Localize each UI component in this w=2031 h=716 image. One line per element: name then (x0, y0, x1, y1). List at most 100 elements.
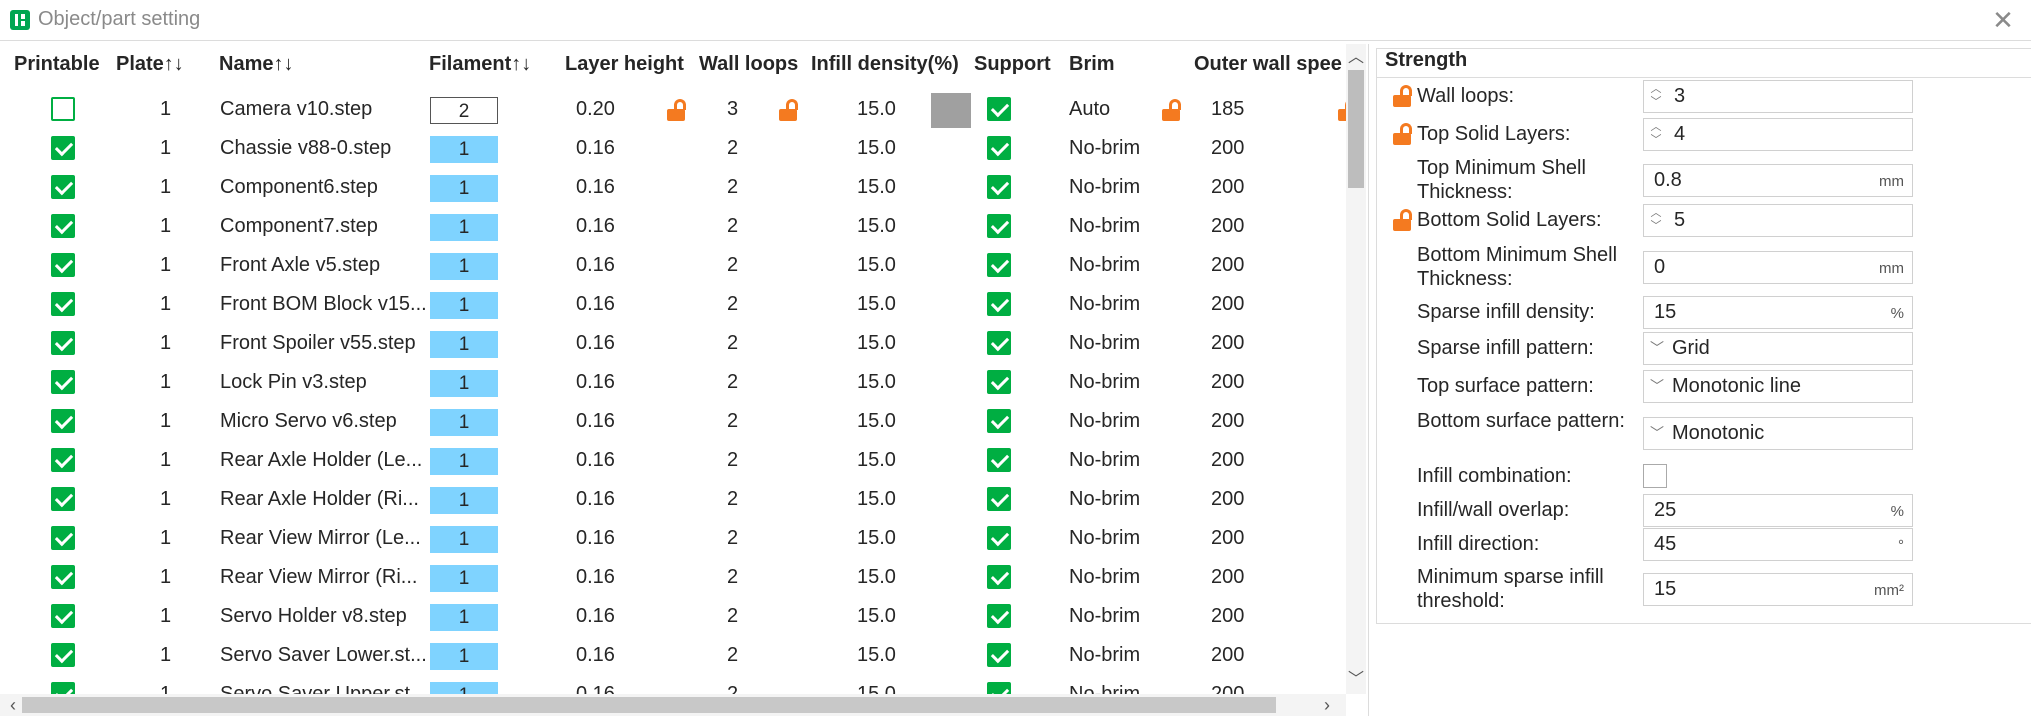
outer-wall-speed-cell[interactable]: 200 (1211, 597, 1244, 636)
setting-value[interactable]: 4 (1674, 119, 1685, 150)
setting-field[interactable]: 15 mm² (1643, 573, 1913, 606)
layer-height-cell[interactable]: 0.16 (576, 558, 615, 597)
layer-height-cell[interactable]: 0.16 (576, 363, 615, 402)
setting-field[interactable]: 25% (1643, 494, 1913, 527)
infill-density-cell[interactable]: 15.0 (857, 402, 896, 441)
wall-loops-cell[interactable]: 2 (727, 324, 738, 363)
brim-cell[interactable]: No-brim (1069, 168, 1140, 207)
header-printable[interactable]: Printable (14, 53, 100, 76)
name-cell[interactable]: Servo Saver Upper.st... (220, 675, 427, 694)
layer-height-cell[interactable]: 0.16 (576, 129, 615, 168)
header-brim[interactable]: Brim (1069, 53, 1115, 76)
setting-field[interactable]: 0.8 mm (1643, 164, 1913, 197)
unlocked-lock-icon[interactable] (1393, 123, 1412, 145)
brim-cell[interactable]: No-brim (1069, 324, 1140, 363)
wall-loops-cell[interactable]: 2 (727, 363, 738, 402)
filament-selector[interactable]: 1 (430, 565, 498, 592)
layer-height-cell[interactable]: 0.16 (576, 636, 615, 675)
wall-loops-cell[interactable]: 2 (727, 285, 738, 324)
wall-loops-cell[interactable]: 2 (727, 441, 738, 480)
wall-loops-cell[interactable]: 2 (727, 519, 738, 558)
support-checkbox[interactable] (987, 643, 1011, 667)
outer-wall-speed-cell[interactable]: 200 (1211, 129, 1244, 168)
filament-selector[interactable]: 1 (430, 253, 498, 280)
name-cell[interactable]: Front Spoiler v55.step (220, 324, 416, 363)
setting-value[interactable]: 45 (1654, 529, 1676, 560)
setting-field[interactable]: ︿ ﹀ 4 (1643, 118, 1913, 151)
wall-loops-cell[interactable]: 2 (727, 675, 738, 694)
infill-combination-checkbox[interactable] (1643, 464, 1667, 488)
outer-wall-speed-cell[interactable]: 200 (1211, 402, 1244, 441)
filament-selector[interactable]: 1 (430, 604, 498, 631)
outer-wall-speed-cell[interactable]: 200 (1211, 168, 1244, 207)
support-checkbox[interactable] (987, 526, 1011, 550)
wall-loops-cell[interactable]: 2 (727, 246, 738, 285)
infill-density-cell[interactable]: 15.0 (857, 90, 896, 129)
wall-loops-cell[interactable]: 2 (727, 402, 738, 441)
name-cell[interactable]: Camera v10.step (220, 90, 372, 129)
scroll-down-icon[interactable]: ﹀ (1346, 670, 1366, 690)
filament-selector[interactable]: 1 (430, 643, 498, 670)
scroll-left-icon[interactable]: ‹ (2, 694, 24, 716)
infill-density-cell[interactable]: 15.0 (857, 168, 896, 207)
filament-selector[interactable]: 1 (430, 448, 498, 475)
infill-density-cell[interactable]: 15.0 (857, 285, 896, 324)
setting-value[interactable]: Monotonic (1672, 418, 1764, 449)
filament-selector[interactable]: 1 (430, 214, 498, 241)
setting-field[interactable]: ︿ ﹀ 3 (1643, 80, 1913, 113)
outer-wall-speed-cell[interactable]: 200 (1211, 480, 1244, 519)
layer-height-cell[interactable]: 0.16 (576, 324, 615, 363)
setting-value[interactable]: 25 (1654, 495, 1676, 526)
support-checkbox[interactable] (987, 409, 1011, 433)
name-cell[interactable]: Component7.step (220, 207, 378, 246)
header-plate[interactable]: Plate↑↓ (116, 53, 184, 76)
infill-density-cell[interactable]: 15.0 (857, 519, 896, 558)
setting-value[interactable]: 15 (1654, 574, 1676, 605)
support-checkbox[interactable] (987, 682, 1011, 694)
printable-checkbox[interactable] (51, 136, 75, 160)
printable-checkbox[interactable] (51, 331, 75, 355)
header-layer-height[interactable]: Layer height (565, 53, 684, 76)
name-cell[interactable]: Front BOM Block v15... (220, 285, 427, 324)
brim-cell[interactable]: No-brim (1069, 207, 1140, 246)
outer-wall-speed-cell[interactable]: 200 (1211, 519, 1244, 558)
support-checkbox[interactable] (987, 487, 1011, 511)
infill-density-cell[interactable]: 15.0 (857, 597, 896, 636)
printable-checkbox[interactable] (51, 214, 75, 238)
support-checkbox[interactable] (987, 331, 1011, 355)
setting-value[interactable]: 15 (1654, 297, 1676, 328)
layer-height-cell[interactable]: 0.16 (576, 441, 615, 480)
name-cell[interactable]: Rear View Mirror (Ri... (220, 558, 417, 597)
brim-cell[interactable]: No-brim (1069, 246, 1140, 285)
layer-height-cell[interactable]: 0.20 (576, 90, 615, 129)
vertical-scrollbar[interactable]: ︿ ﹀ (1346, 44, 1366, 694)
setting-field[interactable]: 45 ° (1643, 528, 1913, 561)
brim-cell[interactable]: No-brim (1069, 129, 1140, 168)
outer-wall-speed-cell[interactable]: 200 (1211, 363, 1244, 402)
brim-cell[interactable]: No-brim (1069, 402, 1140, 441)
outer-wall-speed-cell[interactable]: 200 (1211, 441, 1244, 480)
name-cell[interactable]: Rear Axle Holder (Le... (220, 441, 422, 480)
filament-selector[interactable]: 1 (430, 370, 498, 397)
setting-field[interactable]: ︿ ﹀ 5 (1643, 204, 1913, 237)
support-checkbox[interactable] (987, 292, 1011, 316)
header-filament[interactable]: Filament↑↓ (429, 53, 531, 76)
filament-selector[interactable]: 1 (430, 175, 498, 202)
support-checkbox[interactable] (987, 370, 1011, 394)
setting-value[interactable]: Grid (1672, 333, 1710, 364)
setting-value[interactable]: 0.8 (1654, 165, 1682, 196)
printable-checkbox[interactable] (51, 97, 75, 121)
infill-density-cell[interactable]: 15.0 (857, 207, 896, 246)
support-checkbox[interactable] (987, 175, 1011, 199)
filament-selector[interactable]: 1 (430, 292, 498, 319)
filament-selector[interactable]: 1 (430, 136, 498, 163)
printable-checkbox[interactable] (51, 682, 75, 694)
unlocked-lock-icon[interactable] (1393, 209, 1412, 231)
spin-arrows-icon[interactable]: ︿ ﹀ (1648, 83, 1664, 111)
brim-cell[interactable]: No-brim (1069, 363, 1140, 402)
layer-height-cell[interactable]: 0.16 (576, 246, 615, 285)
vertical-scroll-thumb[interactable] (1348, 70, 1364, 188)
setting-field[interactable]: 15% (1643, 296, 1913, 329)
name-cell[interactable]: Chassie v88-0.step (220, 129, 391, 168)
header-support[interactable]: Support (974, 53, 1051, 76)
